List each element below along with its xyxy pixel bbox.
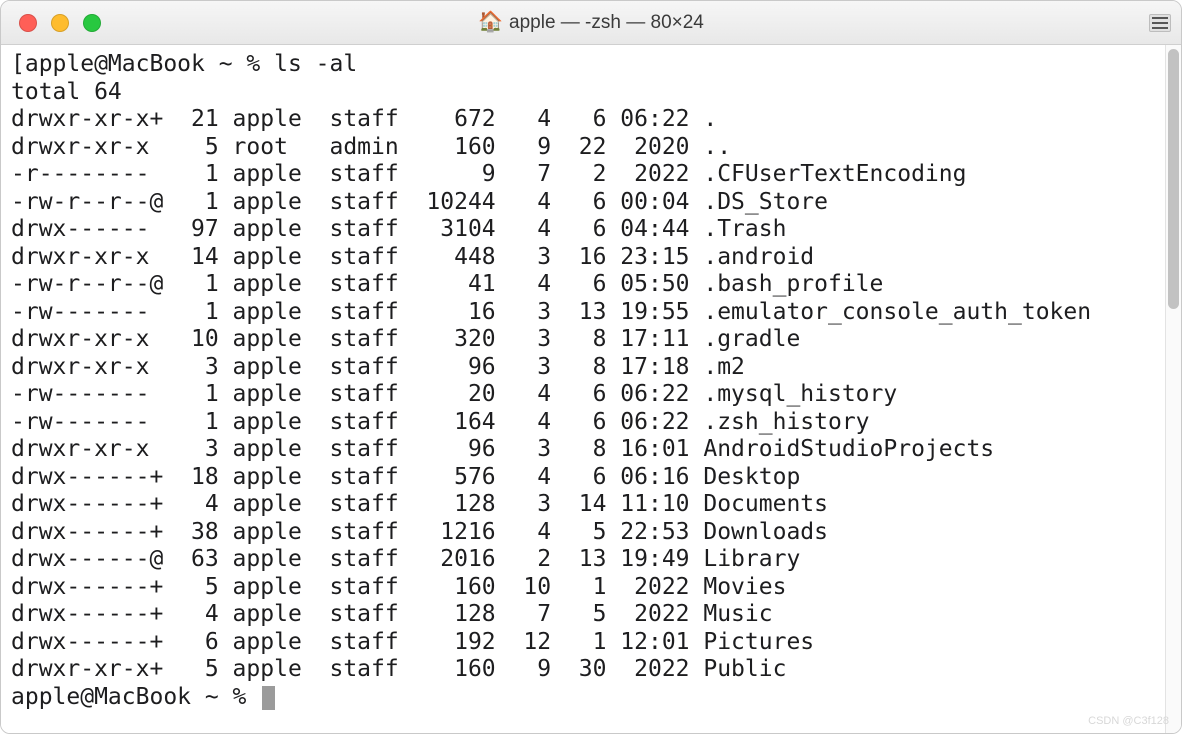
terminal-window: 🏠 apple — -zsh — 80×24 [apple@MacBook ~ …	[0, 0, 1182, 734]
traffic-lights	[19, 14, 101, 32]
terminal-line: drwxr-xr-x+ 5 apple staff 160 9 30 2022 …	[11, 656, 1157, 684]
terminal-output[interactable]: [apple@MacBook ~ % ls -altotal 64drwxr-x…	[1, 45, 1165, 733]
terminal-line: -rw-r--r--@ 1 apple staff 41 4 6 05:50 .…	[11, 271, 1157, 299]
terminal-line: -r-------- 1 apple staff 9 7 2 2022 .CFU…	[11, 161, 1157, 189]
terminal-line: drwx------@ 63 apple staff 2016 2 13 19:…	[11, 546, 1157, 574]
terminal-line: drwx------+ 38 apple staff 1216 4 5 22:5…	[11, 519, 1157, 547]
watermark: CSDN @C3f128	[1088, 715, 1169, 727]
terminal-line: drwx------+ 6 apple staff 192 12 1 12:01…	[11, 629, 1157, 657]
scrollbar-thumb[interactable]	[1168, 49, 1179, 309]
terminal-line: drwxr-xr-x 3 apple staff 96 3 8 17:18 .m…	[11, 354, 1157, 382]
close-button[interactable]	[19, 14, 37, 32]
terminal-line: drwx------+ 5 apple staff 160 10 1 2022 …	[11, 574, 1157, 602]
terminal-line: drwxr-xr-x 14 apple staff 448 3 16 23:15…	[11, 244, 1157, 272]
terminal-line: [apple@MacBook ~ % ls -al	[11, 51, 1157, 79]
terminal-prompt[interactable]: apple@MacBook ~ %	[11, 684, 1157, 712]
cursor	[262, 686, 275, 710]
window-title-wrap: 🏠 apple — -zsh — 80×24	[1, 1, 1181, 44]
terminal-line: drwxr-xr-x 3 apple staff 96 3 8 16:01 An…	[11, 436, 1157, 464]
terminal-line: drwxr-xr-x+ 21 apple staff 672 4 6 06:22…	[11, 106, 1157, 134]
window-title: apple — -zsh — 80×24	[509, 12, 704, 34]
terminal-line: drwx------+ 4 apple staff 128 3 14 11:10…	[11, 491, 1157, 519]
terminal-line: drwx------+ 4 apple staff 128 7 5 2022 M…	[11, 601, 1157, 629]
terminal-line: drwx------+ 18 apple staff 576 4 6 06:16…	[11, 464, 1157, 492]
terminal-line: drwxr-xr-x 10 apple staff 320 3 8 17:11 …	[11, 326, 1157, 354]
terminal-line: -rw------- 1 apple staff 16 3 13 19:55 .…	[11, 299, 1157, 327]
scrollbar-track[interactable]	[1165, 45, 1181, 733]
titlebar[interactable]: 🏠 apple — -zsh — 80×24	[1, 1, 1181, 45]
terminal-line: drwx------ 97 apple staff 3104 4 6 04:44…	[11, 216, 1157, 244]
terminal-line: -rw-r--r--@ 1 apple staff 10244 4 6 00:0…	[11, 189, 1157, 217]
minimize-button[interactable]	[51, 14, 69, 32]
terminal-line: -rw------- 1 apple staff 164 4 6 06:22 .…	[11, 409, 1157, 437]
titlebar-right	[1149, 14, 1171, 32]
terminal-line: -rw------- 1 apple staff 20 4 6 06:22 .m…	[11, 381, 1157, 409]
terminal-line: drwxr-xr-x 5 root admin 160 9 22 2020 ..	[11, 134, 1157, 162]
terminal-line: total 64	[11, 79, 1157, 107]
menu-icon[interactable]	[1149, 14, 1171, 32]
zoom-button[interactable]	[83, 14, 101, 32]
content-area: [apple@MacBook ~ % ls -altotal 64drwxr-x…	[1, 45, 1181, 733]
home-icon: 🏠	[478, 12, 503, 32]
